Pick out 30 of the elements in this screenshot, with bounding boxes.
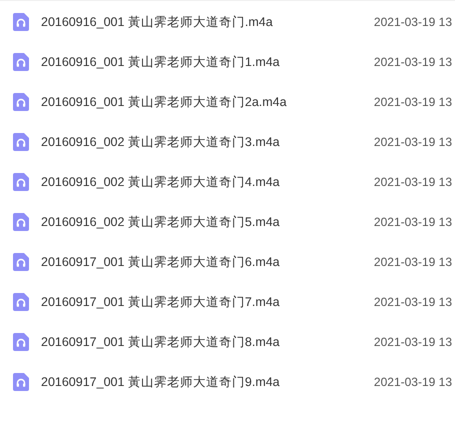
file-name[interactable]: 20160917_001 黃山霁老师大道奇门8.m4a — [41, 334, 374, 350]
modified-date: 2021-03-19 13 — [374, 375, 453, 389]
audio-file-icon — [13, 53, 29, 71]
audio-file-icon — [13, 133, 29, 151]
audio-file-icon — [13, 213, 29, 231]
audio-file-icon — [13, 13, 29, 31]
modified-date: 2021-03-19 13 — [374, 175, 453, 189]
audio-file-icon — [13, 253, 29, 271]
audio-file-icon — [13, 373, 29, 391]
modified-date: 2021-03-19 13 — [374, 255, 453, 269]
file-name[interactable]: 20160916_002 黃山霁老师大道奇门5.m4a — [41, 214, 374, 230]
file-name[interactable]: 20160916_001 黃山霁老师大道奇门.m4a — [41, 14, 374, 30]
modified-date: 2021-03-19 13 — [374, 215, 453, 229]
modified-date: 2021-03-19 13 — [374, 295, 453, 309]
audio-file-icon — [13, 173, 29, 191]
audio-file-icon — [13, 293, 29, 311]
file-name[interactable]: 20160917_001 黃山霁老师大道奇门7.m4a — [41, 294, 374, 310]
modified-date: 2021-03-19 13 — [374, 55, 453, 69]
modified-date: 2021-03-19 13 — [374, 335, 453, 349]
modified-date: 2021-03-19 13 — [374, 95, 453, 109]
file-name[interactable]: 20160916_002 黃山霁老师大道奇门4.m4a — [41, 174, 374, 190]
audio-file-icon — [13, 93, 29, 111]
modified-date: 2021-03-19 13 — [374, 135, 453, 149]
file-name[interactable]: 20160917_001 黃山霁老师大道奇门6.m4a — [41, 254, 374, 270]
modified-date: 2021-03-19 13 — [374, 15, 453, 29]
file-name[interactable]: 20160916_001 黃山霁老师大道奇门2a.m4a — [41, 94, 374, 110]
file-name[interactable]: 20160916_002 黃山霁老师大道奇门3.m4a — [41, 134, 374, 150]
file-name[interactable]: 20160916_001 黃山霁老师大道奇门1.m4a — [41, 54, 374, 70]
file-name[interactable]: 20160917_001 黃山霁老师大道奇门9.m4a — [41, 374, 374, 390]
audio-file-icon — [13, 333, 29, 351]
